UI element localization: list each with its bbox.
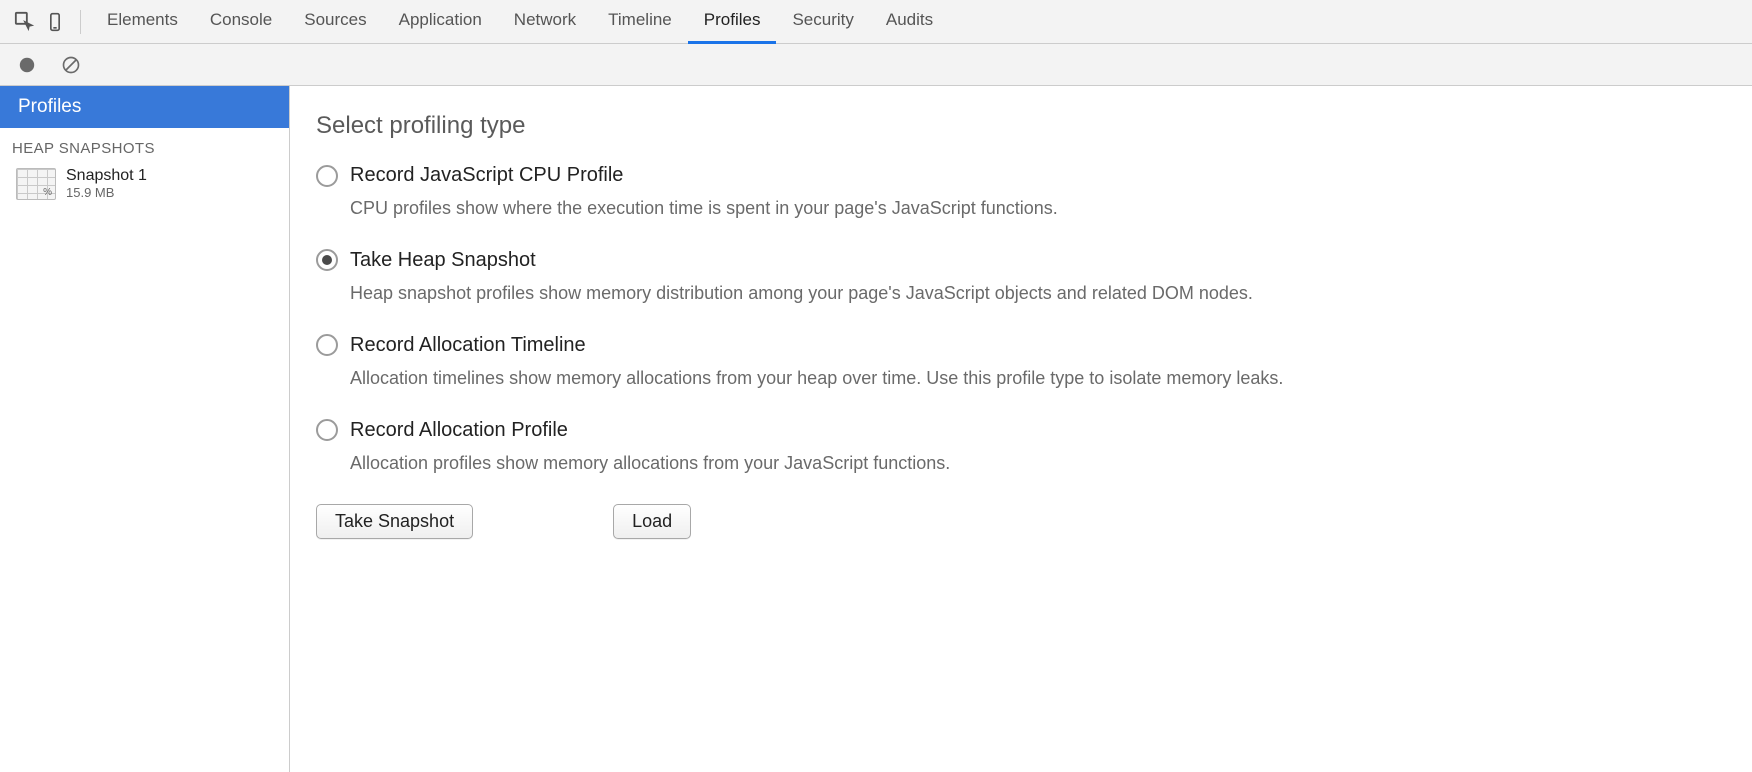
load-button[interactable]: Load (613, 504, 691, 539)
option-description: CPU profiles show where the execution ti… (350, 195, 1610, 223)
toggle-device-toolbar-icon[interactable] (40, 0, 70, 44)
tab-network[interactable]: Network (498, 0, 592, 44)
sidebar-item-label: Profiles (18, 96, 81, 118)
tab-separator (80, 10, 81, 34)
option-label[interactable]: Record Allocation Timeline (350, 334, 586, 357)
option-description: Allocation timelines show memory allocat… (350, 365, 1610, 393)
sidebar-item-profiles[interactable]: Profiles (0, 86, 289, 128)
radio-button[interactable] (316, 165, 338, 187)
radio-button[interactable] (316, 419, 338, 441)
devtools-top-tabs: ElementsConsoleSourcesApplicationNetwork… (0, 0, 1752, 44)
tab-application[interactable]: Application (383, 0, 498, 44)
option-label[interactable]: Record Allocation Profile (350, 419, 568, 442)
tab-elements[interactable]: Elements (91, 0, 194, 44)
option-description: Heap snapshot profiles show memory distr… (350, 280, 1610, 308)
profiles-main-pane: Profiles HEAP SNAPSHOTS Snapshot 115.9 M… (0, 86, 1752, 772)
profiles-button-row: Take Snapshot Load (316, 504, 1752, 539)
radio-button[interactable] (316, 334, 338, 356)
record-icon[interactable] (14, 52, 40, 78)
option-label[interactable]: Record JavaScript CPU Profile (350, 164, 623, 187)
profile-type-option: Take Heap Snapshot Heap snapshot profiles… (316, 249, 1752, 308)
tab-security[interactable]: Security (776, 0, 869, 44)
snapshot-thumb-icon (16, 168, 56, 200)
tab-console[interactable]: Console (194, 0, 288, 44)
profiles-content: Select profiling type Record JavaScript … (290, 86, 1752, 772)
profile-type-option: Record Allocation Profile Allocation prof… (316, 419, 1752, 478)
content-heading: Select profiling type (316, 112, 1752, 140)
tab-sources[interactable]: Sources (288, 0, 382, 44)
take-snapshot-button[interactable]: Take Snapshot (316, 504, 473, 539)
profile-type-option: Record Allocation Timeline Allocation tim… (316, 334, 1752, 393)
tab-audits[interactable]: Audits (870, 0, 949, 44)
profiles-sidebar: Profiles HEAP SNAPSHOTS Snapshot 115.9 M… (0, 86, 290, 772)
snapshot-item[interactable]: Snapshot 115.9 MB (0, 163, 289, 204)
radio-button[interactable] (316, 249, 338, 271)
profiles-toolbar (0, 44, 1752, 86)
snapshot-name: Snapshot 1 (66, 167, 147, 185)
sidebar-group-title: HEAP SNAPSHOTS (0, 128, 289, 163)
option-label[interactable]: Take Heap Snapshot (350, 249, 536, 272)
tab-profiles[interactable]: Profiles (688, 0, 777, 44)
snapshot-size: 15.9 MB (66, 185, 147, 200)
clear-icon[interactable] (58, 52, 84, 78)
option-description: Allocation profiles show memory allocati… (350, 450, 1610, 478)
profile-type-option: Record JavaScript CPU Profile CPU profile… (316, 164, 1752, 223)
inspect-element-icon[interactable] (10, 0, 40, 44)
tab-timeline[interactable]: Timeline (592, 0, 688, 44)
